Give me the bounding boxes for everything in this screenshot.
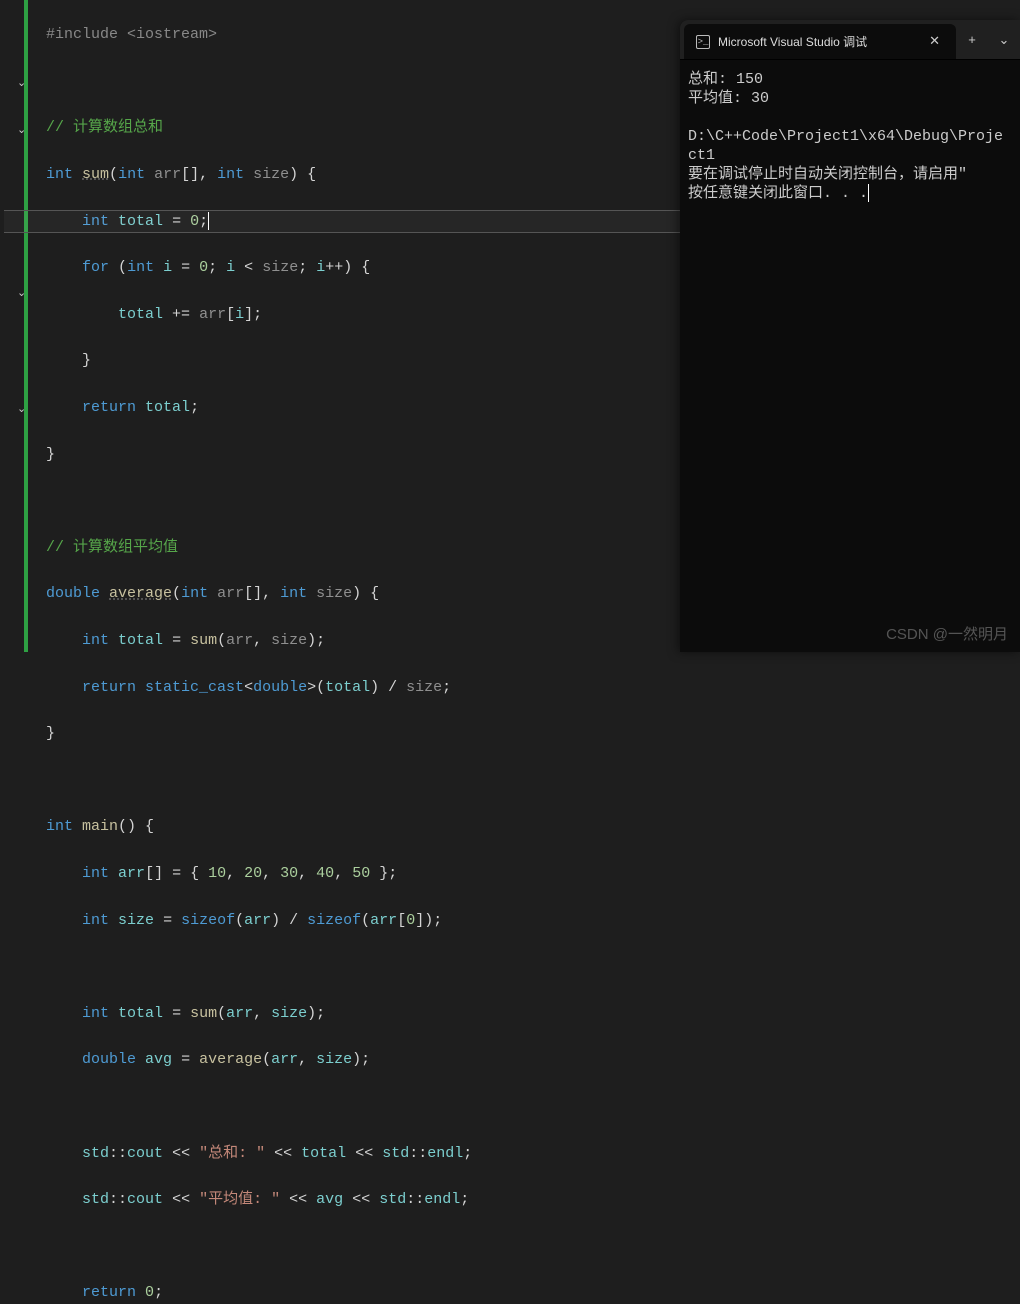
text-cursor xyxy=(208,212,209,230)
console-output[interactable]: 总和: 150 平均值: 30 D:\C++Code\Project1\x64\… xyxy=(680,60,1020,213)
fold-icon[interactable]: ⌄ xyxy=(17,123,26,137)
output-line: 要在调试停止时自动关闭控制台，请启用" xyxy=(688,166,967,183)
debug-console-window[interactable]: >_ Microsoft Visual Studio 调试 ✕ + ⌄ 总和: … xyxy=(680,20,1020,652)
titlebar[interactable]: >_ Microsoft Visual Studio 调试 ✕ + ⌄ xyxy=(680,20,1020,60)
code-editor[interactable]: ⌄ ⌄ ⌄ ⌄ #include <iostream> // 计算数组总和 in… xyxy=(0,0,680,652)
comment: // 计算数组平均值 xyxy=(46,539,178,556)
output-line: D:\C++Code\Project1\x64\Debug\Project1 xyxy=(688,128,1003,164)
output-line: 按任意键关闭此窗口. . . xyxy=(688,185,868,202)
fold-icon[interactable]: ⌄ xyxy=(17,76,26,90)
preprocessor: #include <iostream> xyxy=(46,26,217,43)
output-line: 总和: 150 xyxy=(688,71,763,88)
window-buttons: + ⌄ xyxy=(956,20,1020,59)
fold-icon[interactable]: ⌄ xyxy=(17,402,26,416)
fold-icon[interactable]: ⌄ xyxy=(17,286,26,300)
dropdown-icon[interactable]: ⌄ xyxy=(988,20,1020,60)
close-tab-icon[interactable]: ✕ xyxy=(925,32,944,51)
console-tab[interactable]: >_ Microsoft Visual Studio 调试 ✕ xyxy=(684,24,956,59)
code-content[interactable]: #include <iostream> // 计算数组总和 int sum(in… xyxy=(42,0,472,652)
tab-title: Microsoft Visual Studio 调试 xyxy=(718,33,917,50)
fold-gutter: ⌄ ⌄ ⌄ ⌄ xyxy=(28,0,42,652)
terminal-icon: >_ xyxy=(696,35,710,49)
console-cursor xyxy=(868,184,869,202)
new-tab-button[interactable]: + xyxy=(956,20,988,60)
output-line: 平均值: 30 xyxy=(688,90,769,107)
comment: // 计算数组总和 xyxy=(46,119,163,136)
